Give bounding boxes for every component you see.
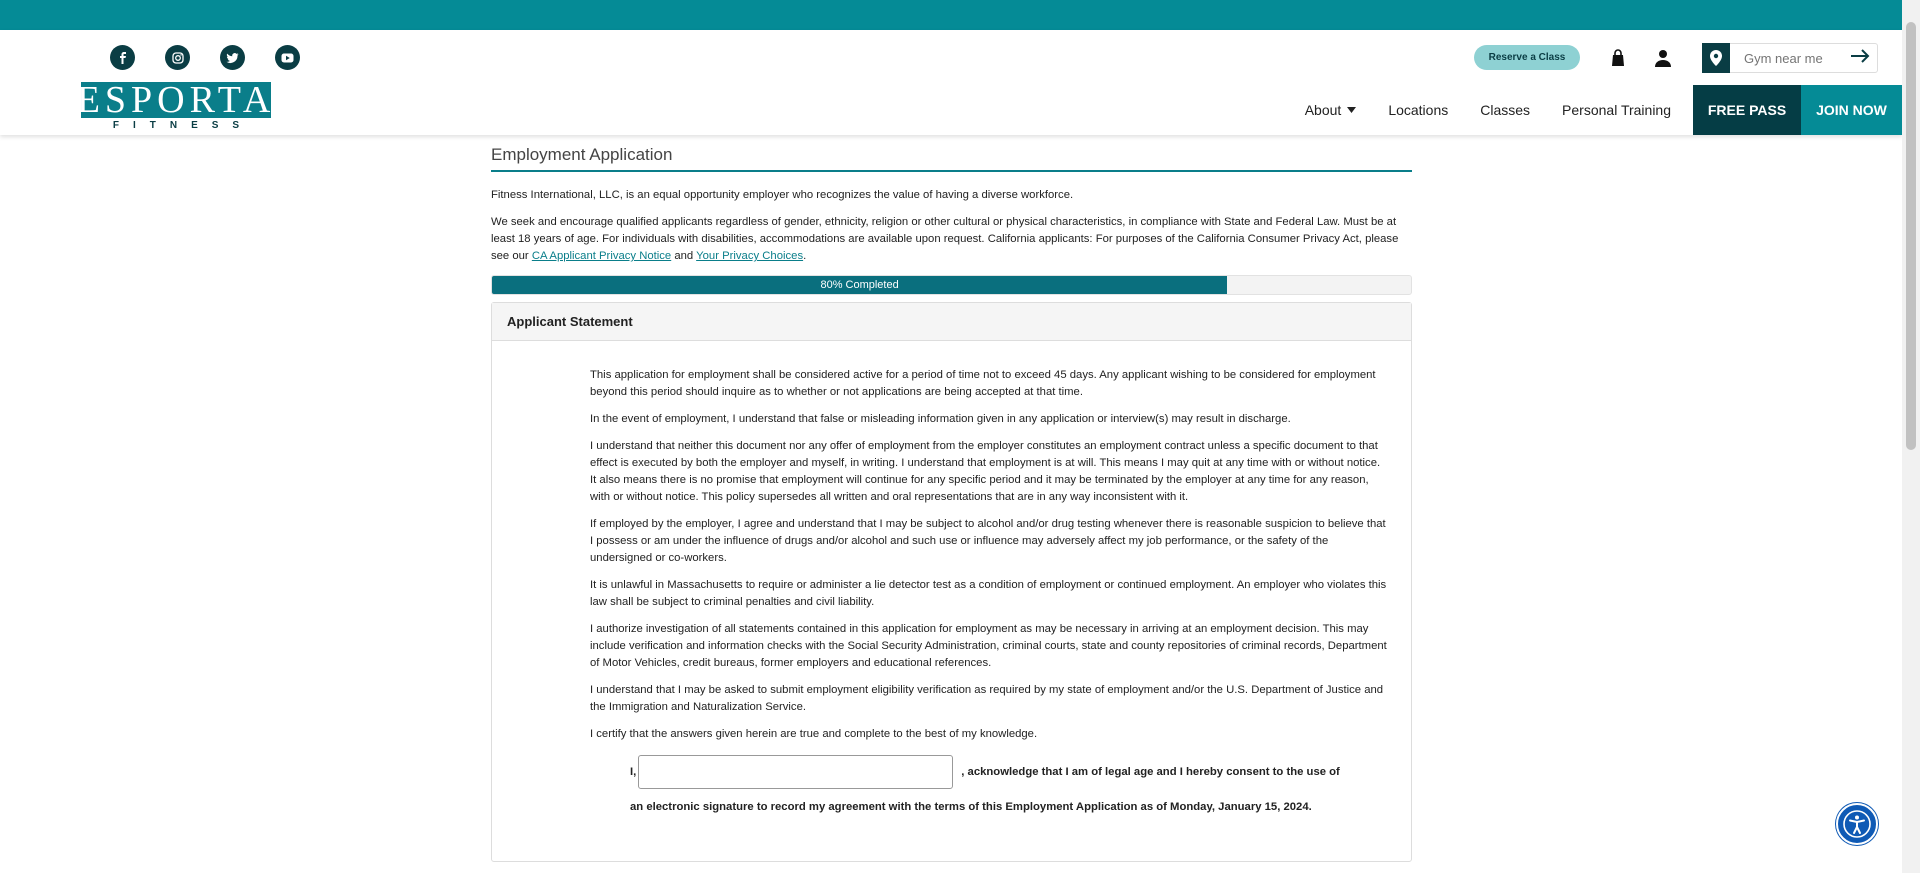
location-pin-icon — [1702, 43, 1730, 73]
free-pass-button[interactable]: FREE PASS — [1693, 85, 1801, 135]
intro-text: Fitness International, LLC, is an equal … — [491, 187, 1412, 265]
intro-end: . — [803, 250, 807, 262]
main-nav: About Locations Classes Personal Trainin… — [1305, 85, 1902, 135]
esporta-logo[interactable]: ESPORTA FITNESS — [77, 81, 271, 134]
nav-classes[interactable]: Classes — [1480, 102, 1530, 118]
privacy-choices-link[interactable]: Your Privacy Choices — [696, 250, 803, 262]
progress-fill: 80% Completed — [492, 276, 1228, 294]
signature-name-input[interactable] — [638, 755, 954, 789]
reserve-class-button[interactable]: Reserve a Class — [1474, 45, 1580, 70]
statement-paragraph: I understand that neither this document … — [590, 440, 1381, 503]
twitter-icon[interactable] — [220, 45, 245, 70]
signature-text-1: , acknowledge that I am of legal age and… — [961, 765, 1340, 778]
statement-paragraph: It is unlawful in Massachusetts to requi… — [590, 579, 1387, 608]
nav-personal-training[interactable]: Personal Training — [1562, 102, 1671, 118]
facebook-icon[interactable] — [110, 45, 135, 70]
panel-body: This application for employment shall be… — [492, 341, 1411, 861]
statement-paragraph: I authorize investigation of all stateme… — [590, 623, 1387, 669]
logo-mark: ESPORTA — [77, 81, 271, 119]
top-bar — [0, 0, 1920, 30]
intro-and: and — [671, 250, 697, 262]
statement-paragraph: I understand that I may be asked to subm… — [590, 684, 1384, 713]
statement-paragraph: This application for employment shall be… — [590, 369, 1376, 398]
nav-locations[interactable]: Locations — [1388, 102, 1448, 118]
statement-paragraph: In the event of employment, I understand… — [590, 413, 1291, 425]
signature-row: I, , acknowledge that I am of legal age … — [630, 755, 1389, 789]
applicant-statement-panel: Applicant Statement This application for… — [491, 302, 1412, 862]
account-icon[interactable] — [1653, 48, 1673, 68]
arrow-right-icon[interactable] — [1850, 48, 1870, 68]
panel-title: Applicant Statement — [492, 303, 1411, 341]
nav-about-label: About — [1304, 102, 1342, 118]
bag-icon[interactable] — [1608, 48, 1628, 68]
statement-paragraph: If employed by the employer, I agree and… — [590, 518, 1386, 564]
signature-text-2: an electronic signature to record my agr… — [630, 801, 1312, 813]
main-content: Employment Application Fitness Internati… — [491, 145, 1412, 862]
join-now-button[interactable]: JOIN NOW — [1801, 85, 1902, 135]
signature-prefix: I, — [630, 765, 637, 778]
gym-search — [1702, 43, 1878, 73]
instagram-icon[interactable] — [165, 45, 190, 70]
intro-paragraph-2: We seek and encourage qualified applican… — [491, 214, 1412, 265]
accessibility-icon[interactable] — [1836, 803, 1878, 845]
statement-paragraph: I certify that the answers given herein … — [590, 728, 1038, 740]
nav-about[interactable]: About — [1305, 102, 1357, 118]
site-header: ESPORTA FITNESS Reserve a Class About Lo… — [0, 30, 1902, 135]
page-title: Employment Application — [491, 145, 1412, 172]
social-links — [110, 45, 300, 70]
progress-bar: 80% Completed — [491, 275, 1412, 295]
intro-paragraph-1: Fitness International, LLC, is an equal … — [491, 189, 1074, 201]
logo-subtitle: FITNESS — [112, 120, 254, 131]
youtube-icon[interactable] — [275, 45, 300, 70]
logo-text: ESPORTA — [76, 79, 276, 121]
gym-search-input[interactable] — [1744, 50, 1844, 66]
signature-block: I, , acknowledge that I am of legal age … — [590, 755, 1389, 816]
scrollbar[interactable] — [1902, 0, 1920, 873]
scrollbar-thumb[interactable] — [1906, 22, 1916, 450]
ca-privacy-notice-link[interactable]: CA Applicant Privacy Notice — [532, 250, 671, 262]
caret-down-icon — [1347, 107, 1357, 113]
